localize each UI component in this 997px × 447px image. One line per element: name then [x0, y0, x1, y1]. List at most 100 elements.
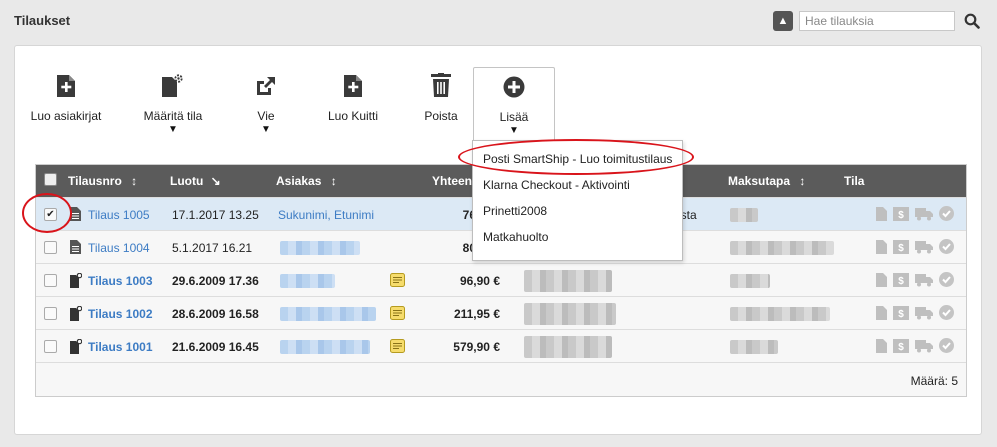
dollar-document-icon: $ [893, 206, 909, 221]
row-checkbox[interactable] [44, 241, 57, 254]
sort-icon: ↕ [131, 174, 138, 188]
select-all-checkbox[interactable] [44, 173, 57, 186]
document-icon [70, 240, 81, 254]
column-created[interactable]: Luotu ↘ [170, 174, 221, 188]
check-circle-icon [939, 305, 954, 320]
order-date: 28.6.2009 16.58 [172, 307, 259, 321]
order-total: 211,95 € [453, 307, 500, 321]
dollar-document-icon: $ [893, 239, 909, 254]
row-checkbox[interactable] [44, 307, 57, 320]
search-icon [964, 13, 980, 29]
check-circle-icon [939, 272, 954, 287]
customer-link[interactable]: Sukunimi, Etunimi [278, 208, 374, 222]
document-gear-icon [162, 74, 183, 97]
column-customer[interactable]: Asiakas ↕ [276, 174, 337, 188]
shipping-redacted [524, 336, 612, 358]
document-icon [876, 206, 887, 221]
svg-text:$: $ [898, 342, 904, 353]
caret-down-icon: ▼ [509, 125, 519, 136]
order-link[interactable]: Tilaus 1003 [88, 274, 153, 288]
export-button[interactable]: Vie ▼ [241, 69, 291, 141]
check-circle-icon [939, 239, 954, 254]
column-total[interactable]: Yhteen [432, 174, 472, 188]
delete-label: Poista [424, 109, 458, 123]
new-document-icon [70, 338, 83, 354]
export-label: Vie [257, 109, 275, 123]
add-receipt-icon [344, 75, 362, 97]
search-collapse-button[interactable]: ▲ [773, 11, 793, 31]
export-icon [257, 77, 275, 95]
order-link[interactable]: Tilaus 1001 [88, 340, 153, 354]
highlight-annotation [22, 193, 72, 233]
dollar-document-icon: $ [893, 272, 909, 287]
svg-text:$: $ [898, 210, 904, 221]
more-button[interactable]: Lisää ▼ [473, 67, 555, 142]
table-row[interactable]: Tilaus 1002 28.6.2009 16.58 211,95 € $ [36, 296, 966, 329]
chevron-up-icon: ▲ [777, 14, 789, 27]
note-icon [390, 273, 405, 287]
check-circle-icon [939, 206, 954, 221]
customer-redacted [280, 241, 360, 255]
order-link[interactable]: Tilaus 1002 [88, 307, 153, 321]
document-icon [876, 239, 887, 254]
row-checkbox[interactable] [44, 274, 57, 287]
truck-icon [915, 240, 933, 253]
sort-icon: ↕ [330, 174, 337, 188]
payment-redacted [730, 340, 778, 354]
payment-redacted [730, 241, 834, 255]
customer-redacted [280, 340, 370, 354]
truck-icon [915, 339, 933, 352]
table-row[interactable]: Tilaus 1001 21.6.2009 16.45 579,90 € $ [36, 329, 966, 362]
order-link[interactable]: Tilaus 1005 [88, 208, 150, 222]
highlight-annotation [458, 139, 694, 175]
caret-down-icon: ▼ [261, 124, 271, 135]
status-icons: $ [876, 338, 954, 353]
caret-down-icon: ▼ [168, 124, 178, 135]
customer-redacted [280, 274, 335, 288]
shipping-redacted [524, 270, 612, 292]
status-icons: $ [876, 206, 954, 221]
set-status-label: Määritä tila [143, 109, 203, 123]
menu-item-matkahuolto[interactable]: Matkahuolto [473, 224, 682, 250]
status-icons: $ [876, 272, 954, 287]
column-payment[interactable]: Maksutapa ↕ [728, 174, 805, 188]
sort-icon: ↕ [799, 174, 806, 188]
status-icons: $ [876, 305, 954, 320]
svg-text:$: $ [898, 243, 904, 254]
document-icon [876, 338, 887, 353]
menu-item-klarna-checkout[interactable]: Klarna Checkout - Aktivointi [473, 172, 682, 198]
create-receipt-button[interactable]: Luo Kuitti [318, 69, 388, 141]
column-order-no[interactable]: Tilausnro ↕ [68, 174, 137, 188]
dollar-document-icon: $ [893, 338, 909, 353]
document-icon [876, 305, 887, 320]
delete-button[interactable]: Poista [413, 69, 469, 141]
order-date: 21.6.2009 16.45 [172, 340, 259, 354]
payment-redacted [730, 208, 758, 222]
search-bar: ▲ [773, 10, 983, 32]
create-documents-button[interactable]: Luo asiakirjat [25, 69, 107, 141]
customer-redacted [280, 307, 376, 321]
more-label: Lisää [499, 110, 529, 124]
table-row[interactable]: Tilaus 1003 29.6.2009 17.36 96,90 € $ [36, 263, 966, 296]
svg-text:$: $ [898, 309, 904, 320]
menu-item-prinetti2008[interactable]: Prinetti2008 [473, 198, 682, 224]
status-icons: $ [876, 239, 954, 254]
payment-redacted [730, 274, 770, 288]
column-status: Tila [844, 174, 865, 188]
new-document-icon [70, 272, 83, 288]
search-input[interactable] [799, 11, 955, 31]
shipping-redacted [524, 303, 616, 325]
page-title: Tilaukset [14, 13, 71, 28]
order-link[interactable]: Tilaus 1004 [88, 241, 150, 255]
truck-icon [915, 306, 933, 319]
new-document-icon [70, 305, 83, 321]
search-button[interactable] [961, 10, 983, 32]
set-status-button[interactable]: Määritä tila ▼ [133, 69, 213, 141]
truck-icon [915, 207, 933, 220]
order-date: 5.1.2017 16.21 [172, 241, 253, 255]
plus-circle-icon [503, 76, 525, 98]
row-count: Määrä: 5 [910, 374, 958, 388]
create-documents-label: Luo asiakirjat [30, 109, 102, 123]
dollar-document-icon: $ [893, 305, 909, 320]
row-checkbox[interactable] [44, 340, 57, 353]
